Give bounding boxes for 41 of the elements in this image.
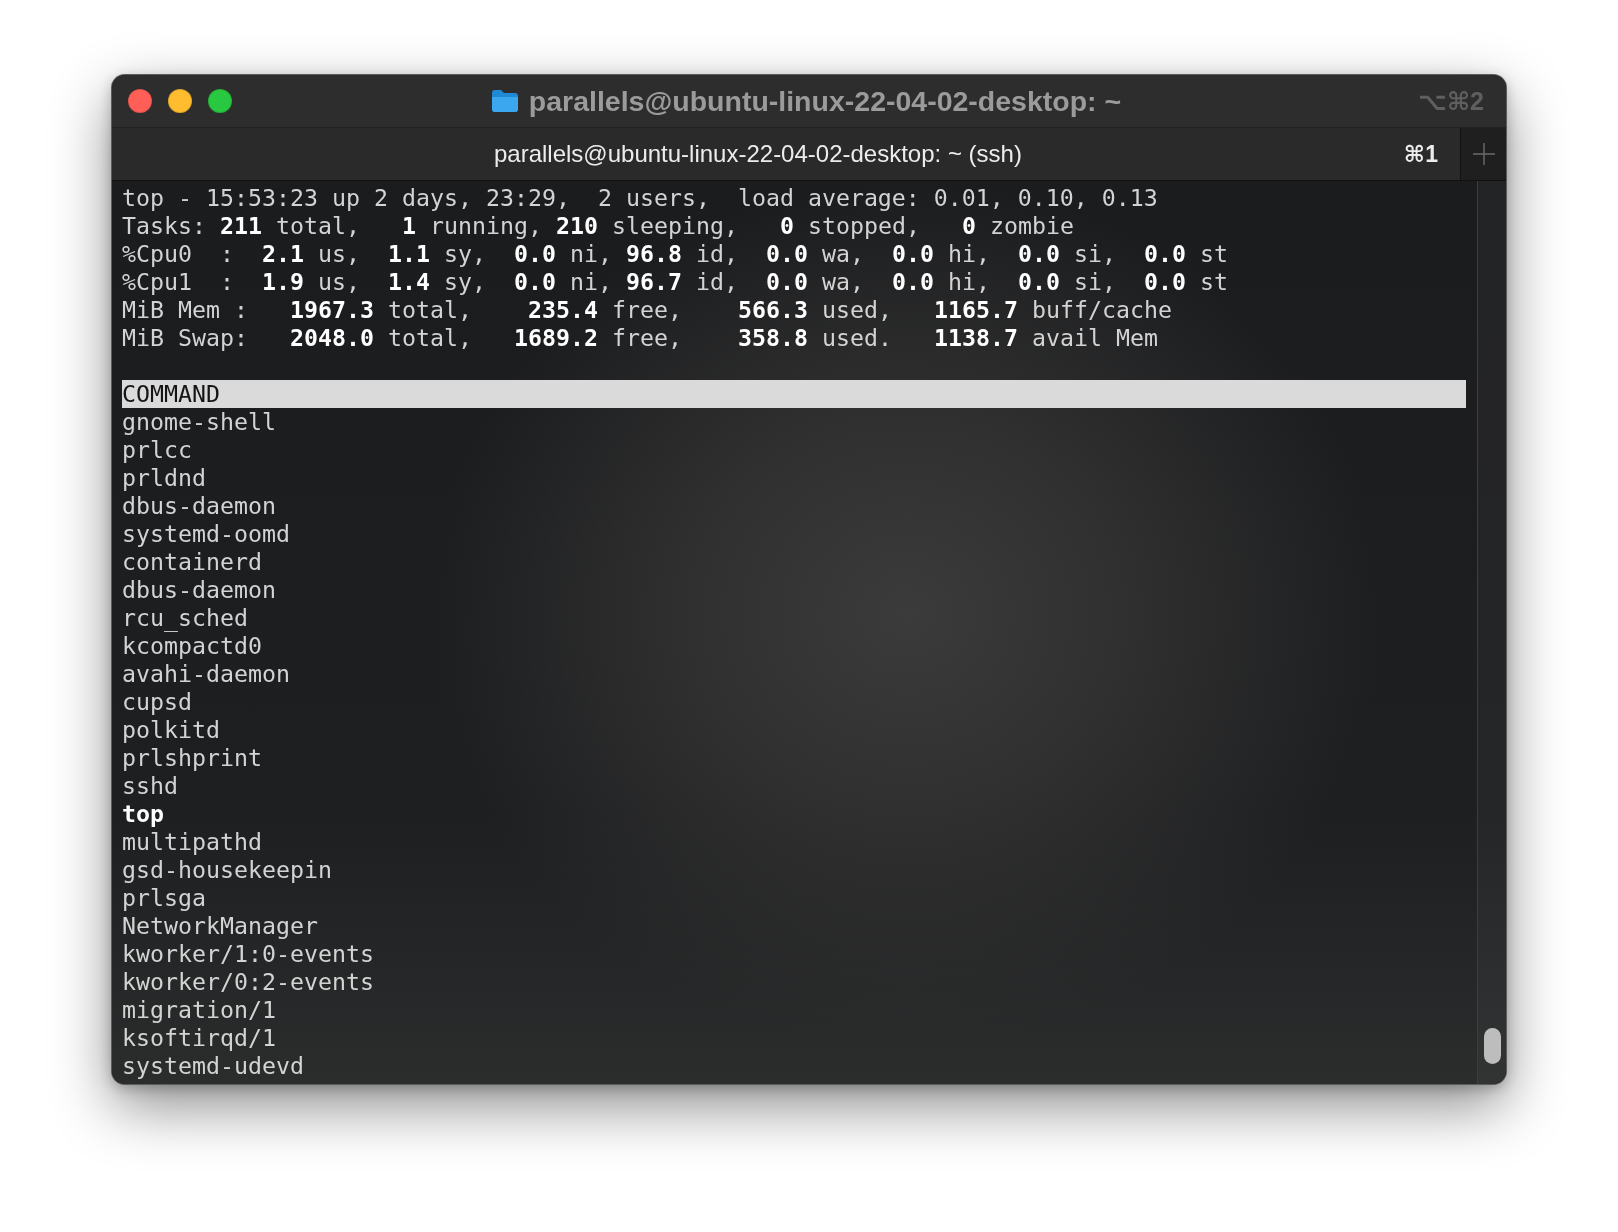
process-name: rcu_sched	[122, 604, 248, 632]
plus-icon	[1472, 143, 1495, 165]
process-name: ksoftirqd/1	[122, 1024, 276, 1052]
summary-line: MiB Mem : 1967.3 total, 235.4 free, 566.3 used, 1165.7 buff/cache	[122, 296, 1173, 324]
summary-line: %Cpu1 : 1.9 us, 1.4 sy, 0.0 ni, 96.7 id, 0.0 wa, 0.0 hi, 0.0 si, 0.0 st	[122, 268, 1229, 296]
close-button[interactable]	[128, 89, 152, 113]
zoom-button[interactable]	[208, 89, 232, 113]
terminal-tab[interactable]: parallels@ubuntu-linux-22-04-02-desktop: ~ (ssh) ⌘1	[112, 128, 1461, 180]
column-header: COMMAND	[122, 380, 1466, 408]
process-name: kworker/0:2-events	[122, 968, 374, 996]
process-name: dbus-daemon	[122, 492, 276, 520]
process-name: gnome-shell	[122, 408, 276, 436]
process-name: avahi-daemon	[122, 660, 290, 688]
process-name: systemd-oomd	[122, 520, 290, 548]
minimize-button[interactable]	[168, 89, 192, 113]
process-name: cupsd	[122, 688, 192, 716]
folder-icon	[490, 89, 519, 113]
process-name: prlcc	[122, 436, 192, 464]
process-name: sshd	[122, 772, 178, 800]
summary-line: Tasks: 211 total, 1 running, 210 sleeping, 0 stopped, 0 zombie	[122, 212, 1075, 240]
process-name: prlshprint	[122, 744, 262, 772]
process-name: prlsga	[122, 884, 206, 912]
process-name: kcompactd0	[122, 632, 262, 660]
process-name: gsd-housekeepin	[122, 856, 332, 884]
summary-line: top - 15:53:23 up 2 days, 23:29, 2 users, load average: 0.01, 0.10, 0.13	[122, 184, 1159, 212]
window-title: parallels@ubuntu-linux-22-04-02-desktop: ~	[528, 84, 1122, 118]
process-name: kworker/1:0-events	[122, 940, 374, 968]
process-name: systemd-udevd	[122, 1052, 304, 1080]
tab-shortcut: ⌘1	[1403, 140, 1438, 168]
process-name: containerd	[122, 548, 262, 576]
summary-line: MiB Swap: 2048.0 total, 1689.2 free, 358.8 used. 1138.7 avail Mem	[122, 324, 1159, 352]
process-name: migration/1	[122, 996, 276, 1024]
process-name: dbus-daemon	[122, 576, 276, 604]
process-name: top	[122, 800, 164, 828]
summary-line: %Cpu0 : 2.1 us, 1.1 sy, 0.0 ni, 96.8 id, 0.0 wa, 0.0 hi, 0.0 si, 0.0 st	[122, 240, 1229, 268]
process-name: NetworkManager	[122, 912, 318, 940]
process-name: polkitd	[122, 716, 220, 744]
tab-label: parallels@ubuntu-linux-22-04-02-desktop: ~ (ssh)	[492, 140, 1023, 168]
scrollbar-thumb[interactable]	[1484, 1028, 1501, 1064]
process-name: multipathd	[122, 828, 262, 856]
process-name: prldnd	[122, 464, 206, 492]
